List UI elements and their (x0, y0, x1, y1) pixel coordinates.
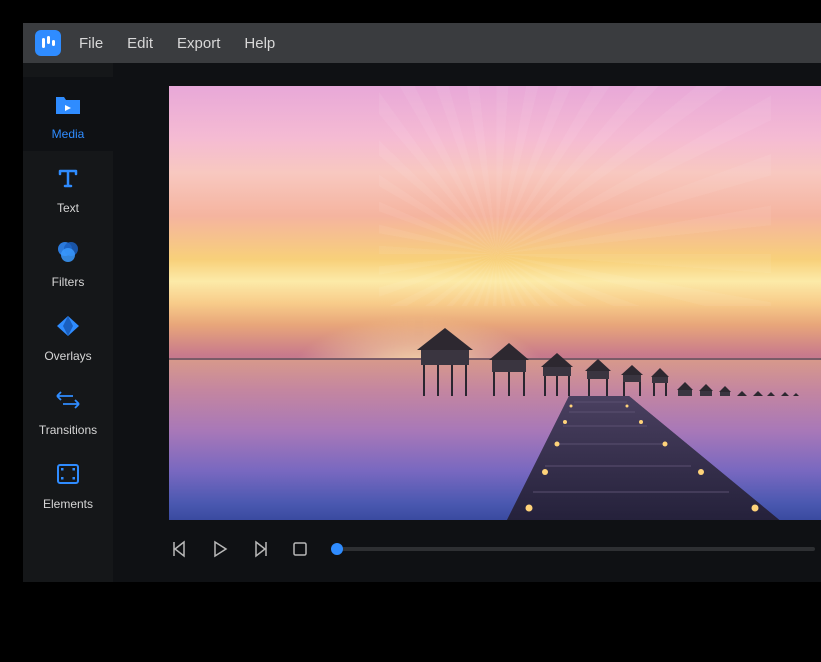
sidebar-item-label: Overlays (44, 349, 91, 363)
menu-edit[interactable]: Edit (127, 35, 153, 52)
sidebar-item-label: Media (52, 127, 85, 141)
video-preview[interactable] (169, 86, 821, 520)
sidebar-item-label: Elements (43, 497, 93, 511)
folder-play-icon (53, 89, 83, 119)
sidebar: Media Text Filters Overlays (23, 63, 113, 582)
playback-controls (169, 520, 821, 560)
menu-file[interactable]: File (79, 35, 103, 52)
diamond-icon (53, 311, 83, 341)
sidebar-item-text[interactable]: Text (23, 151, 113, 225)
content-area: Media Text Filters Overlays (23, 63, 821, 582)
frame-back-button[interactable] (169, 538, 191, 560)
sidebar-item-elements[interactable]: Elements (23, 447, 113, 521)
arrows-icon (53, 385, 83, 415)
stop-button[interactable] (289, 538, 311, 560)
film-icon (53, 459, 83, 489)
menu-help[interactable]: Help (244, 35, 275, 52)
text-icon (53, 163, 83, 193)
sidebar-item-label: Transitions (39, 423, 97, 437)
sidebar-item-label: Filters (52, 275, 85, 289)
menu-export[interactable]: Export (177, 35, 220, 52)
sidebar-item-media[interactable]: Media (23, 77, 113, 151)
play-button[interactable] (209, 538, 231, 560)
sidebar-item-overlays[interactable]: Overlays (23, 299, 113, 373)
menubar: File Edit Export Help (23, 23, 821, 63)
sidebar-item-filters[interactable]: Filters (23, 225, 113, 299)
venn-icon (53, 237, 83, 267)
frame-forward-button[interactable] (249, 538, 271, 560)
sidebar-item-transitions[interactable]: Transitions (23, 373, 113, 447)
playback-slider[interactable] (337, 547, 815, 551)
main-panel (113, 63, 821, 582)
playback-knob[interactable] (331, 543, 343, 555)
app-window: File Edit Export Help Media Text (23, 23, 821, 582)
sidebar-item-label: Text (57, 201, 79, 215)
app-logo-icon (35, 30, 61, 56)
